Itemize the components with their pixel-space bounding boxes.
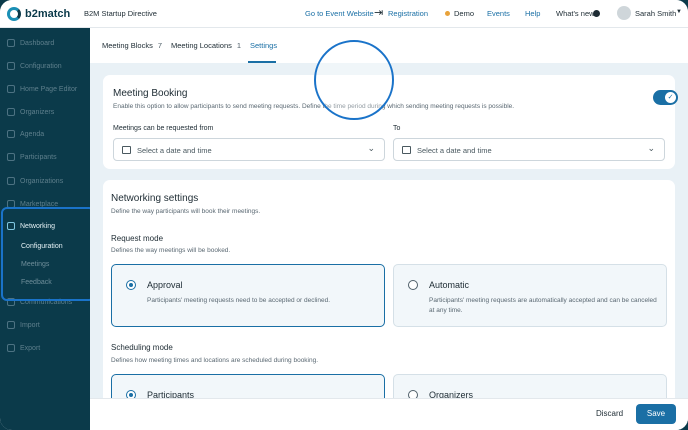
scheduling-mode-description: Defines how meeting times and locations …	[111, 357, 319, 364]
people-icon	[7, 153, 15, 161]
export-icon	[7, 344, 15, 352]
sidebar-item-import[interactable]: Import	[7, 321, 40, 329]
to-date-placeholder: Select a date and time	[417, 146, 492, 155]
from-label: Meetings can be requested from	[113, 125, 214, 132]
registration-icon: ⇥	[374, 7, 384, 19]
registration-link[interactable]: Registration	[388, 9, 428, 18]
meeting-booking-toggle[interactable]: ✓	[653, 90, 678, 105]
sidebar-item-label: Organizations	[20, 177, 64, 185]
chevron-down-icon: ⌄	[367, 143, 375, 153]
sidebar-item-label: Dashboard	[20, 39, 55, 47]
sidebar-item-organizations[interactable]: Organizations	[7, 177, 63, 185]
event-name: B2M Startup Directive	[84, 9, 157, 18]
request-mode-automatic-option[interactable]: Automatic Participants' meeting requests…	[393, 264, 667, 327]
settings-tab-highlight	[314, 40, 394, 120]
check-icon: ✓	[665, 92, 676, 103]
sidebar-item-label: Participants	[20, 153, 57, 161]
tab-count: 1	[236, 41, 242, 50]
page-icon	[7, 85, 15, 93]
option-description: Participants' meeting requests are autom…	[429, 297, 657, 314]
scheduling-mode-title: Scheduling mode	[111, 343, 173, 352]
networking-settings-card: Networking settings Define the way parti…	[103, 180, 675, 430]
save-button[interactable]: Save	[636, 404, 676, 424]
networking-highlight	[1, 207, 95, 301]
link-icon	[7, 62, 15, 70]
calendar-icon	[7, 130, 15, 138]
events-link[interactable]: Events	[487, 9, 510, 18]
go-to-event-link[interactable]: Go to Event Website	[305, 9, 374, 18]
tab-label: Meeting Blocks	[102, 41, 153, 50]
sidebar-item-agenda[interactable]: Agenda	[7, 130, 44, 138]
option-title: Automatic	[429, 280, 470, 290]
sidebar-item-label: Export	[20, 344, 41, 352]
brand-logo[interactable]: b2match	[7, 7, 70, 21]
to-date-select[interactable]: Select a date and time ⌄	[393, 138, 665, 161]
chevron-down-icon: ⌄	[647, 143, 655, 153]
avatar[interactable]	[617, 6, 631, 20]
tab-meeting-blocks[interactable]: Meeting Blocks 7	[102, 41, 162, 50]
sidebar-item-participants[interactable]: Participants	[7, 153, 57, 161]
sidebar-item-label: Home Page Editor	[20, 85, 78, 93]
from-date-select[interactable]: Select a date and time ⌄	[113, 138, 385, 161]
calendar-icon	[402, 146, 411, 154]
building-icon	[7, 177, 15, 185]
sidebar-item-organizers[interactable]: Organizers	[7, 108, 54, 116]
request-mode-description: Defines the way meetings will be booked.	[111, 247, 231, 254]
approval-radio[interactable]	[126, 280, 136, 290]
meeting-booking-description: Enable this option to allow participants…	[113, 103, 515, 110]
from-date-placeholder: Select a date and time	[137, 146, 212, 155]
request-mode-approval-option[interactable]: Approval Participants' meeting requests …	[111, 264, 385, 327]
request-mode-title: Request mode	[111, 234, 164, 243]
organizer-icon	[7, 108, 15, 116]
calendar-icon	[122, 146, 131, 154]
demo-status-icon	[445, 11, 450, 16]
meeting-booking-title: Meeting Booking	[113, 88, 188, 99]
tab-label: Meeting Locations	[171, 41, 232, 50]
active-tab-indicator	[248, 61, 276, 63]
sidebar-item-home-page-editor[interactable]: Home Page Editor	[7, 85, 77, 93]
sidebar-item-export[interactable]: Export	[7, 344, 40, 352]
tab-meeting-locations[interactable]: Meeting Locations 1	[171, 41, 241, 50]
sidebar-item-label: Organizers	[20, 108, 55, 116]
discard-button[interactable]: Discard	[596, 409, 623, 418]
import-icon	[7, 321, 15, 329]
dashboard-icon	[7, 39, 15, 47]
option-description: Participants' meeting requests need to b…	[147, 297, 330, 304]
sidebar-item-label: Agenda	[20, 130, 45, 138]
user-name[interactable]: Sarah Smith	[635, 9, 676, 18]
brand-name: b2match	[25, 8, 71, 20]
chevron-down-icon[interactable]: ▼	[676, 9, 682, 15]
tab-count: 7	[157, 41, 163, 50]
sidebar-item-dashboard[interactable]: Dashboard	[7, 39, 54, 47]
sidebar-item-label: Import	[20, 321, 40, 329]
whats-new-dot-icon	[593, 10, 600, 17]
option-title: Approval	[147, 280, 183, 290]
sidebar-item-configuration[interactable]: Configuration	[7, 62, 62, 70]
automatic-radio[interactable]	[408, 280, 418, 290]
demo-label[interactable]: Demo	[454, 9, 474, 18]
networking-settings-description: Define the way participants will book th…	[111, 208, 261, 215]
main-content: Meeting Blocks 7 Meeting Locations 1 Setti…	[90, 28, 688, 430]
logo-icon	[7, 7, 21, 21]
sidebar-item-label: Configuration	[20, 62, 62, 70]
footer-bar: Discard Save	[90, 398, 688, 430]
top-bar: b2match B2M Startup Directive Go to Even…	[0, 0, 688, 28]
help-link[interactable]: Help	[525, 9, 540, 18]
app-window: b2match B2M Startup Directive Go to Even…	[0, 0, 688, 430]
whats-new-link[interactable]: What's new	[556, 9, 595, 18]
to-label: To	[393, 125, 401, 132]
networking-settings-title: Networking settings	[111, 193, 199, 204]
tab-settings[interactable]: Settings	[250, 41, 277, 50]
tab-bar: Meeting Blocks 7 Meeting Locations 1 Setti…	[90, 28, 688, 63]
